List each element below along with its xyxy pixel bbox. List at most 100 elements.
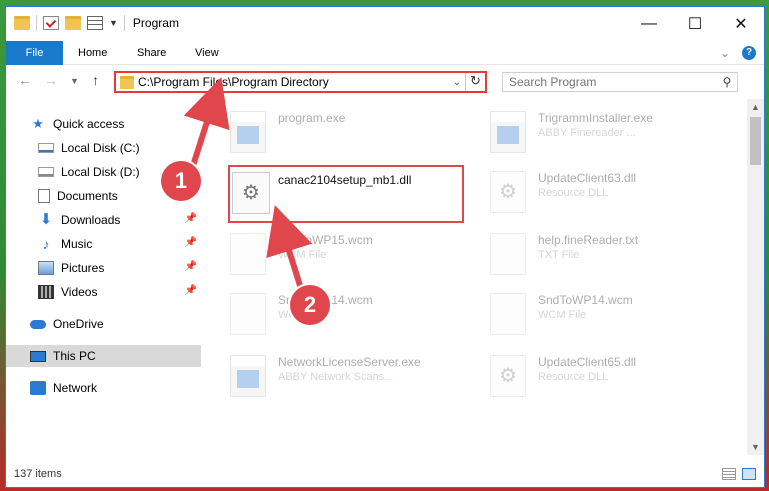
- sidebar-item-pictures[interactable]: Pictures 📌: [6, 257, 201, 279]
- exe-icon: [230, 355, 266, 397]
- up-arrow-icon[interactable]: ↑: [92, 72, 99, 88]
- address-path[interactable]: C:\Program Files\Program Directory: [138, 75, 449, 89]
- file-icon: [230, 293, 266, 335]
- new-folder-icon[interactable]: [65, 16, 81, 30]
- file-name: SndToWP15.wcm: [278, 233, 373, 247]
- sidebar-item-label: Videos: [61, 285, 98, 299]
- sidebar-item-music[interactable]: ♪ Music 📌: [6, 233, 201, 255]
- address-bar[interactable]: C:\Program Files\Program Directory ⌄ ↻: [114, 71, 487, 93]
- address-row: ← → ▼ ↑ C:\Program Files\Program Directo…: [6, 66, 764, 98]
- properties-check-icon[interactable]: [43, 16, 59, 30]
- file-explorer-window: ▼ Program — ☐ ✕ File Home Share View ⌄ ?…: [5, 6, 765, 488]
- download-icon: ⬇: [39, 211, 53, 228]
- scrollbar-thumb[interactable]: [750, 117, 761, 165]
- refresh-icon[interactable]: ↻: [465, 73, 485, 91]
- back-arrow-icon[interactable]: ←: [18, 72, 32, 88]
- close-button[interactable]: ✕: [718, 7, 764, 41]
- sidebar-item-label: Pictures: [61, 261, 105, 275]
- tiles-view-icon[interactable]: [742, 468, 756, 480]
- dll-gear-icon: ⚙: [232, 172, 270, 214]
- sidebar-item-label: Documents: [57, 189, 118, 203]
- sidebar-item-label: This PC: [53, 349, 96, 363]
- dll-gear-icon: ⚙: [490, 355, 526, 397]
- scroll-up-arrow-icon[interactable]: ▲: [747, 99, 764, 115]
- file-item[interactable]: SndToWP14.wcm WCM File: [478, 287, 728, 339]
- tab-view[interactable]: View: [195, 41, 219, 65]
- search-icon[interactable]: ⚲: [717, 75, 737, 89]
- tab-share[interactable]: Share: [137, 41, 166, 65]
- sidebar-item-quick-access[interactable]: ★ Quick access: [6, 113, 201, 135]
- star-icon: ★: [32, 116, 44, 131]
- music-icon: ♪: [42, 236, 50, 252]
- drive-icon: [38, 143, 54, 153]
- window-title: Program: [132, 16, 179, 30]
- file-item[interactable]: help.fineReader.txt TXT File: [478, 227, 728, 279]
- file-name: canac2104setup_mb1.dll: [278, 173, 412, 187]
- separator: [123, 15, 125, 31]
- sidebar-item-label: Local Disk (D:): [61, 165, 140, 179]
- help-icon[interactable]: ?: [742, 46, 756, 60]
- file-name: SndToWP14.wcm: [538, 293, 633, 307]
- sidebar-item-videos[interactable]: Videos 📌: [6, 281, 201, 303]
- file-item[interactable]: SndToWP14.wcm WCM File: [218, 287, 468, 339]
- customize-toolbar-dropdown-icon[interactable]: ▼: [109, 18, 118, 28]
- minimize-button[interactable]: —: [626, 7, 672, 41]
- file-item-highlighted[interactable]: ⚙ canac2104setup_mb1.dll: [228, 165, 464, 223]
- address-dropdown-icon[interactable]: ⌄: [449, 77, 465, 88]
- folder-icon: [14, 16, 30, 30]
- sidebar-item-downloads[interactable]: ⬇ Downloads 📌: [6, 209, 201, 231]
- pin-icon[interactable]: 📌: [185, 213, 197, 224]
- tab-file[interactable]: File: [6, 41, 63, 65]
- file-type: ABBY Network Scans...: [278, 371, 394, 383]
- pin-icon[interactable]: 📌: [185, 237, 197, 248]
- documents-icon: [38, 189, 50, 203]
- vertical-scrollbar[interactable]: ▲ ▼: [747, 99, 764, 455]
- properties-icon[interactable]: [87, 16, 103, 30]
- file-item[interactable]: NetworkLicenseServer.exe ABBY Network Sc…: [218, 349, 468, 401]
- file-item[interactable]: program.exe: [218, 105, 468, 157]
- pin-icon[interactable]: 📌: [185, 261, 197, 272]
- file-list: program.exe TrigrammInstaller.exe ABBY F…: [218, 99, 738, 459]
- sidebar-item-label: Music: [61, 237, 93, 251]
- file-item[interactable]: ⚙ UpdateClient65.dll Resource DLL: [478, 349, 728, 401]
- details-view-icon[interactable]: [722, 468, 736, 480]
- expand-ribbon-chevron-icon[interactable]: ⌄: [720, 46, 730, 60]
- file-item[interactable]: SndToWP15.wcm WCM File: [218, 227, 468, 279]
- file-name: NetworkLicenseServer.exe: [278, 355, 421, 369]
- window-controls: — ☐ ✕: [626, 7, 764, 41]
- navigation-pane: ★ Quick access Local Disk (C:) Local Dis…: [6, 99, 201, 459]
- pin-icon[interactable]: 📌: [185, 285, 197, 296]
- search-input[interactable]: [509, 75, 717, 89]
- separator: [36, 15, 37, 31]
- file-item[interactable]: ⚙ UpdateClient63.dll Resource DLL: [478, 165, 728, 217]
- file-type: Resource DLL: [538, 371, 609, 383]
- step-badge-1: 1: [161, 161, 201, 201]
- exe-icon: [490, 111, 526, 153]
- file-item[interactable]: TrigrammInstaller.exe ABBY Finereader ..…: [478, 105, 728, 157]
- file-icon: [490, 293, 526, 335]
- tab-home[interactable]: Home: [78, 41, 107, 65]
- file-type: WCM File: [538, 309, 587, 321]
- sidebar-item-this-pc[interactable]: This PC: [6, 345, 201, 367]
- scroll-down-arrow-icon[interactable]: ▼: [747, 439, 764, 455]
- pictures-icon: [38, 261, 54, 275]
- forward-arrow-icon[interactable]: →: [44, 72, 58, 88]
- file-type: TXT File: [538, 249, 580, 261]
- file-name: TrigrammInstaller.exe: [538, 111, 653, 125]
- step-badge-2: 2: [290, 285, 330, 325]
- sidebar-item-label: Network: [53, 381, 98, 395]
- file-type: WCM File: [278, 249, 327, 261]
- sidebar-item-local-disk-c[interactable]: Local Disk (C:): [6, 137, 201, 159]
- search-box[interactable]: ⚲: [502, 72, 738, 92]
- sidebar-item-network[interactable]: Network: [6, 377, 201, 399]
- recent-locations-dropdown-icon[interactable]: ▼: [70, 76, 79, 86]
- sidebar-item-label: Quick access: [53, 117, 125, 131]
- file-icon: [490, 233, 526, 275]
- file-name: program.exe: [278, 111, 346, 125]
- cloud-icon: [30, 319, 46, 329]
- sidebar-item-onedrive[interactable]: OneDrive: [6, 313, 201, 335]
- maximize-button[interactable]: ☐: [672, 7, 718, 41]
- view-toggle: [722, 468, 756, 480]
- file-name: UpdateClient65.dll: [538, 355, 637, 369]
- ribbon-right-controls: ⌄ ?: [720, 46, 756, 60]
